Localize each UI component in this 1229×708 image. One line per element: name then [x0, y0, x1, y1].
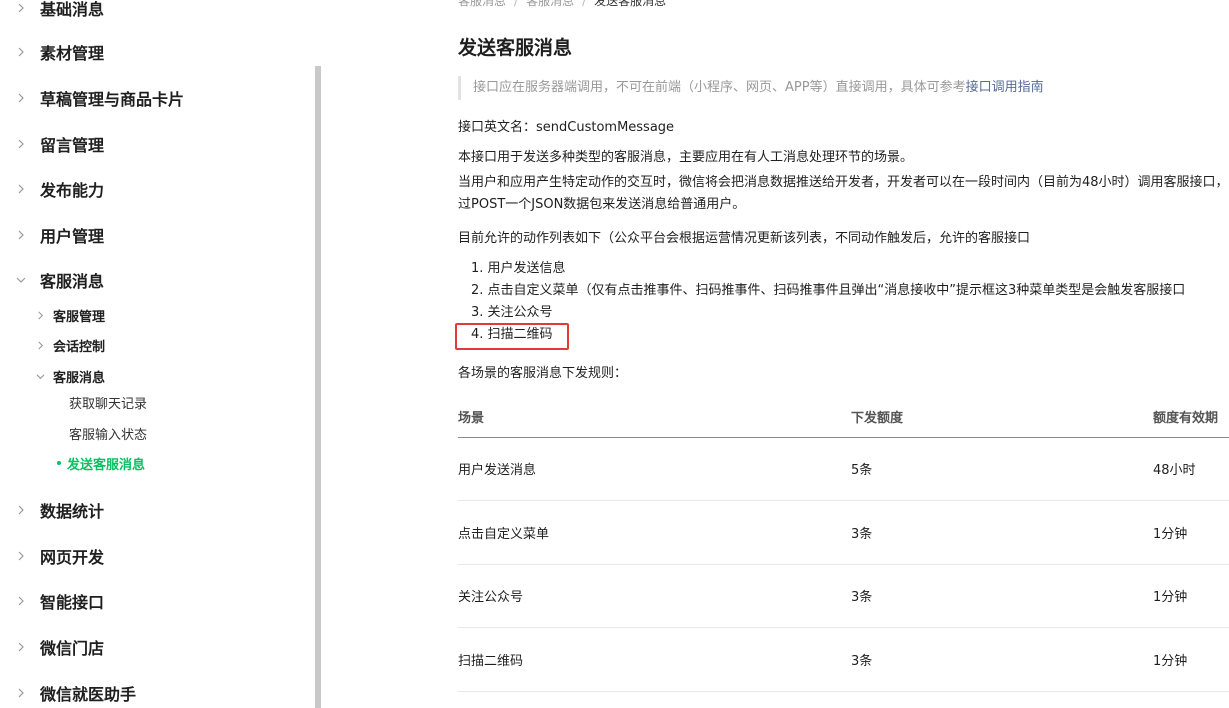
- table-cell: 1分钟: [1153, 627, 1229, 692]
- table-cell: 1分钟: [1153, 500, 1229, 565]
- chevron-right-icon: [16, 93, 26, 103]
- table-header: 下发额度: [851, 397, 1153, 438]
- action-list: 1. 用户发送信息 2. 点击自定义菜单（仅有点击推事件、扫码推事件、扫码推事件…: [471, 258, 1185, 346]
- rules-intro: 各场景的客服消息下发规则：: [458, 366, 628, 381]
- table-cell: 3条: [851, 627, 1153, 692]
- sidebar-item-label: 留言管理: [40, 136, 105, 155]
- table-cell: 1分钟: [1153, 564, 1229, 628]
- sidebar-item-label: 基础消息: [40, 0, 105, 19]
- breadcrumb: 客服消息 / 客服消息 / 发送客服消息: [458, 0, 666, 9]
- desc-paragraph: 本接口用于发送多种类型的客服消息，主要应用在有人工消息处理环节的场景。: [458, 150, 914, 165]
- sidebar-item-users[interactable]: 用户管理: [0, 223, 104, 247]
- table-cell: 5条: [851, 437, 1153, 501]
- table-cell: 用户发送消息: [458, 437, 851, 501]
- sidebar-item-smart-api[interactable]: 智能接口: [0, 589, 104, 613]
- sidebar-item-label: 数据统计: [40, 502, 105, 521]
- sidebar-item-web-dev[interactable]: 网页开发: [0, 544, 104, 568]
- table-cell: 48小时: [1153, 437, 1229, 501]
- desc-paragraph: 当用户和应用产生特定动作的交互时，微信将会把消息数据推送给开发者，开发者可以在一…: [458, 175, 1229, 212]
- sidebar-subitem-cs-management[interactable]: 客服管理: [0, 303, 105, 327]
- sidebar-item-label: 客服输入状态: [69, 427, 148, 443]
- table-cell: 扫描二维码: [458, 627, 851, 692]
- breadcrumb-current: 发送客服消息: [594, 0, 667, 8]
- breadcrumb-item[interactable]: 客服消息: [526, 0, 574, 8]
- table-header: 额度有效期: [1153, 397, 1229, 438]
- table-header-row: 场景 下发额度 额度有效期: [458, 397, 1229, 438]
- chevron-right-icon: [16, 184, 26, 194]
- chevron-right-icon: [16, 642, 26, 652]
- breadcrumb-item[interactable]: 客服消息: [458, 0, 506, 8]
- list-item: 2. 点击自定义菜单（仅有点击推事件、扫码推事件、扫码推事件且弹出“消息接收中”…: [471, 283, 1186, 298]
- notice-box: 接口应在服务器端调用，不可在前端（小程序、网页、APP等）直接调用，具体可参考接…: [458, 76, 1229, 100]
- sidebar-subitem-session-control[interactable]: 会话控制: [0, 333, 105, 357]
- chevron-right-icon: [16, 596, 26, 606]
- table-cell: 3条: [851, 500, 1153, 565]
- sidebar-leaf-send-message[interactable]: 发送客服消息: [0, 451, 145, 475]
- chevron-right-icon: [16, 47, 26, 57]
- notice-text: 接口应在服务器端调用，不可在前端（小程序、网页、APP等）直接调用，具体可参考: [473, 80, 966, 95]
- sidebar-item-basic-messages[interactable]: 基础消息: [0, 0, 104, 20]
- rules-table: 场景 下发额度 额度有效期 用户发送消息 5条 48小时 点击自定义菜单 3条 …: [458, 397, 1229, 692]
- sidebar-leaf-typing-status[interactable]: 客服输入状态: [0, 421, 147, 445]
- sidebar-item-label: 用户管理: [40, 227, 105, 246]
- chevron-right-icon: [16, 688, 26, 698]
- sidebar-item-label: 客服消息: [40, 272, 105, 291]
- sidebar-item-label: 客服消息: [53, 370, 106, 386]
- table-row: 用户发送消息 5条 48小时: [458, 437, 1229, 501]
- sidebar-leaf-chat-records[interactable]: 获取聊天记录: [0, 390, 147, 414]
- sidebar-item-drafts[interactable]: 草稿管理与商品卡片: [0, 86, 184, 110]
- sidebar-item-label: 微信就医助手: [40, 685, 137, 704]
- sidebar-item-label: 微信门店: [40, 639, 105, 658]
- chevron-right-icon: [16, 551, 26, 561]
- table-cell: 关注公众号: [458, 564, 851, 628]
- active-dot-icon: [57, 461, 61, 465]
- sidebar-item-label: 素材管理: [40, 44, 105, 63]
- sidebar-item-label: 智能接口: [40, 593, 105, 612]
- list-item: 4. 扫描二维码: [471, 327, 553, 342]
- sidebar-item-publish[interactable]: 发布能力: [0, 177, 104, 201]
- chevron-right-icon: [16, 230, 26, 240]
- sidebar-item-stores[interactable]: 微信门店: [0, 635, 104, 659]
- table-cell: 点击自定义菜单: [458, 500, 851, 565]
- chevron-down-icon: [16, 275, 26, 285]
- sidebar-item-statistics[interactable]: 数据统计: [0, 498, 104, 522]
- chevron-right-icon: [16, 505, 26, 515]
- table-header: 场景: [458, 397, 851, 438]
- table-row: 关注公众号 3条 1分钟: [458, 564, 1229, 628]
- sidebar-subitem-cs-messages[interactable]: 客服消息: [0, 364, 105, 388]
- sidebar-item-label: 获取聊天记录: [69, 396, 148, 412]
- highlight-box: [455, 323, 569, 350]
- sidebar-item-label: 网页开发: [40, 548, 105, 567]
- list-item: 1. 用户发送信息: [471, 261, 566, 276]
- chevron-right-icon: [16, 3, 26, 13]
- sidebar-item-materials[interactable]: 素材管理: [0, 40, 104, 64]
- page-title: 发送客服消息: [458, 37, 573, 59]
- sidebar-item-label: 会话控制: [53, 339, 106, 355]
- table-row: 扫描二维码 3条 1分钟: [458, 627, 1229, 692]
- main-content: 客服消息 / 客服消息 / 发送客服消息 发送客服消息 接口应在服务器端调用，不可在前端…: [458, 0, 1229, 708]
- sidebar-item-medical[interactable]: 微信就医助手: [0, 681, 136, 705]
- sidebar-item-label: 发送客服消息: [67, 457, 146, 473]
- api-name: 接口英文名：sendCustomMessage: [458, 120, 675, 135]
- notice-link[interactable]: 接口调用指南: [966, 80, 1044, 95]
- chevron-right-icon: [36, 311, 45, 320]
- sidebar-item-label: 客服管理: [53, 309, 106, 325]
- sidebar-item-label: 发布能力: [40, 181, 105, 200]
- sidebar-scrollbar[interactable]: [315, 66, 321, 708]
- sidebar: 基础消息 素材管理 草稿管理与商品卡片 留言管理 发布能力 用户管理 客服消息 …: [0, 0, 322, 708]
- desc-paragraph: 目前允许的动作列表如下（公众平台会根据运营情况更新该列表，不同动作触发后，允许的…: [458, 231, 1031, 246]
- list-item: 3. 关注公众号: [471, 305, 553, 320]
- chevron-right-icon: [36, 341, 45, 350]
- chevron-right-icon: [16, 139, 26, 149]
- sidebar-item-comments[interactable]: 留言管理: [0, 132, 104, 156]
- chevron-down-icon: [36, 372, 45, 381]
- sidebar-item-customer-service[interactable]: 客服消息: [0, 268, 104, 292]
- table-row: 点击自定义菜单 3条 1分钟: [458, 500, 1229, 565]
- table-cell: 3条: [851, 564, 1153, 628]
- sidebar-item-label: 草稿管理与商品卡片: [40, 90, 185, 109]
